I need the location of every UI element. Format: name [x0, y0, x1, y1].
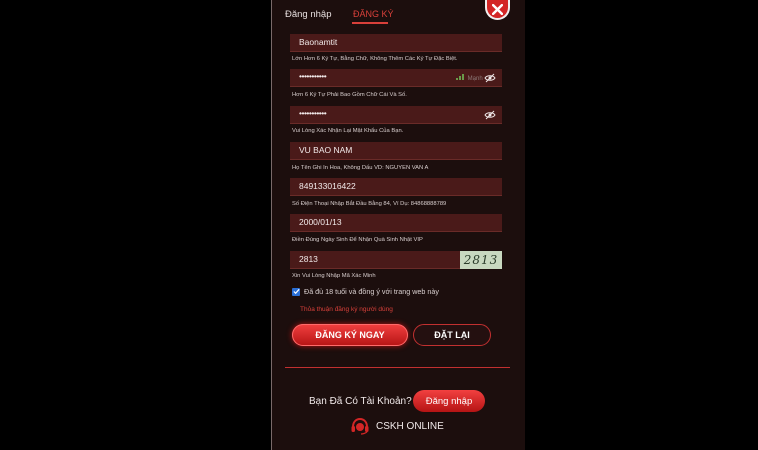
confirm-password-value: ••••••••••• [299, 108, 327, 118]
password-hint: Hơn 6 Ký Tự Phải Bao Gồm Chữ Cái Và Số. [292, 92, 407, 98]
divider [285, 367, 510, 368]
agree-row: Đã đủ 18 tuổi và đồng ý với trang web nà… [292, 287, 439, 296]
captcha-hint: Xin Vui Lòng Nhập Mã Xác Minh [292, 273, 376, 279]
support-label: CSKH ONLINE [376, 420, 444, 432]
active-tab-indicator [352, 22, 388, 24]
full-name-field[interactable]: VU BAO NAM [290, 142, 502, 160]
headset-icon [351, 417, 369, 435]
screen: Đăng nhập ĐĂNG KÝ Baonamtit Lớn Hơn 6 Ký… [0, 0, 758, 450]
username-hint: Lớn Hơn 6 Ký Tự, Bằng Chữ, Không Thêm Cá… [292, 56, 458, 62]
full-name-value: VU BAO NAM [299, 145, 353, 155]
eye-slash-icon[interactable] [484, 73, 496, 83]
agree-label: Đã đủ 18 tuổi và đồng ý với trang web nà… [304, 287, 439, 296]
captcha-value: 2813 [299, 254, 318, 264]
phone-value: 849133016422 [299, 181, 356, 191]
phone-hint: Số Điện Thoại Nhập Bắt Đầu Bằng 84, Ví D… [292, 201, 447, 207]
password-field[interactable]: ••••••••••• Mạnh [290, 69, 502, 87]
check-icon [292, 288, 300, 295]
reset-button[interactable]: ĐẶT LẠI [413, 324, 491, 346]
birthday-hint: Điền Đúng Ngày Sinh Để Nhận Quà Sinh Nhậ… [292, 237, 423, 243]
terms-link[interactable]: Thỏa thuận đăng ký người dùng [300, 306, 393, 313]
password-strength-label: Mạnh [467, 76, 483, 82]
strength-bars-icon [456, 74, 464, 80]
password-value: ••••••••••• [299, 71, 327, 81]
have-account-text: Bạn Đã Có Tài Khoản? [309, 396, 412, 407]
username-value: Baonamtit [299, 37, 338, 47]
tab-register[interactable]: ĐĂNG KÝ [353, 9, 394, 19]
login-button[interactable]: Đăng nhập [413, 390, 485, 412]
close-icon [492, 3, 503, 15]
captcha-field[interactable]: 2813 2813 [290, 251, 502, 269]
eye-slash-icon[interactable] [484, 110, 496, 120]
confirm-password-hint: Vui Lòng Xác Nhận Lại Mật Khẩu Của Bạn. [292, 128, 404, 134]
support-link[interactable]: CSKH ONLINE [350, 417, 444, 435]
agree-checkbox[interactable] [292, 287, 300, 296]
password-strength: Mạnh [456, 73, 483, 82]
full-name-hint: Họ Tên Ghi In Hoa, Không Dấu VD: NGUYEN … [292, 165, 429, 171]
birthday-field[interactable]: 2000/01/13 [290, 214, 502, 232]
birthday-value: 2000/01/13 [299, 217, 342, 227]
username-field[interactable]: Baonamtit [290, 34, 502, 52]
phone-field[interactable]: 849133016422 [290, 178, 502, 196]
register-now-button[interactable]: ĐĂNG KÝ NGAY [292, 324, 408, 346]
tab-login[interactable]: Đăng nhập [285, 9, 331, 20]
captcha-image[interactable]: 2813 [460, 251, 502, 269]
confirm-password-field[interactable]: ••••••••••• [290, 106, 502, 124]
